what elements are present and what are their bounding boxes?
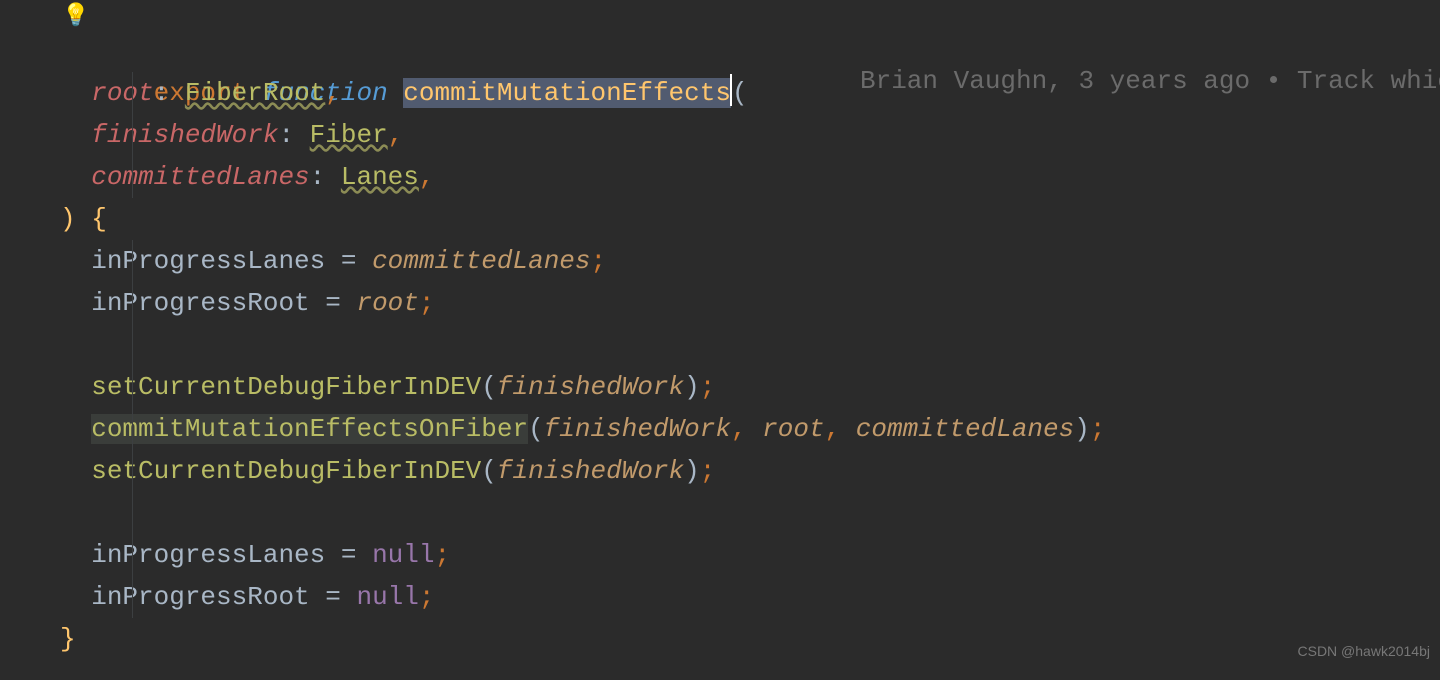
keyword-null: null [356, 582, 418, 612]
type-fiberroot[interactable]: FiberRoot [185, 78, 325, 108]
ident-root: root [356, 288, 418, 318]
code-line: inProgressRoot = root; [60, 282, 1440, 324]
code-line: inProgressLanes = null; [60, 534, 1440, 576]
arg-root: root [762, 414, 824, 444]
ident-inprogressroot: inProgressRoot [91, 582, 309, 612]
watermark: CSDN @hawk2014bj [1298, 630, 1431, 672]
call-setdebugfiber: setCurrentDebugFiberInDEV [91, 372, 481, 402]
code-editor[interactable]: 💡 export function commitMutationEffects(… [0, 0, 1440, 660]
code-line: root: FiberRoot, [60, 72, 1440, 114]
keyword-null: null [372, 540, 434, 570]
type-fiber[interactable]: Fiber [310, 120, 388, 150]
call-setdebugfiber: setCurrentDebugFiberInDEV [91, 456, 481, 486]
code-line: setCurrentDebugFiberInDEV(finishedWork); [60, 366, 1440, 408]
brace-close: } [60, 624, 76, 654]
code-body[interactable]: export function commitMutationEffects( B… [0, 30, 1440, 660]
arg-finishedwork: finishedWork [544, 414, 731, 444]
brace-open: { [91, 204, 107, 234]
code-line: commitMutationEffectsOnFiber(finishedWor… [60, 408, 1440, 450]
param-committedlanes: committedLanes [91, 162, 309, 192]
code-line: ) { [60, 198, 1440, 240]
code-line: finishedWork: Fiber, [60, 114, 1440, 156]
ident-inprogresslanes: inProgressLanes [91, 540, 325, 570]
code-line: export function commitMutationEffects( B… [60, 30, 1440, 72]
arg-finishedwork: finishedWork [497, 456, 684, 486]
call-commitmutationeffectsonfiber: commitMutationEffectsOnFiber [91, 414, 528, 444]
code-line: } [60, 618, 1440, 660]
ident-inprogresslanes: inProgressLanes [91, 246, 325, 276]
code-line: committedLanes: Lanes, [60, 156, 1440, 198]
ident-committedlanes: committedLanes [372, 246, 590, 276]
code-line [60, 324, 1440, 366]
arg-committedlanes: committedLanes [856, 414, 1074, 444]
code-line: inProgressLanes = committedLanes; [60, 240, 1440, 282]
paren-close: ) [60, 204, 76, 234]
code-line: inProgressRoot = null; [60, 576, 1440, 618]
type-lanes[interactable]: Lanes [341, 162, 419, 192]
code-line: setCurrentDebugFiberInDEV(finishedWork); [60, 450, 1440, 492]
code-line [60, 492, 1440, 534]
arg-finishedwork: finishedWork [497, 372, 684, 402]
param-root: root [91, 78, 153, 108]
ident-inprogressroot: inProgressRoot [91, 288, 309, 318]
param-finishedwork: finishedWork [91, 120, 278, 150]
